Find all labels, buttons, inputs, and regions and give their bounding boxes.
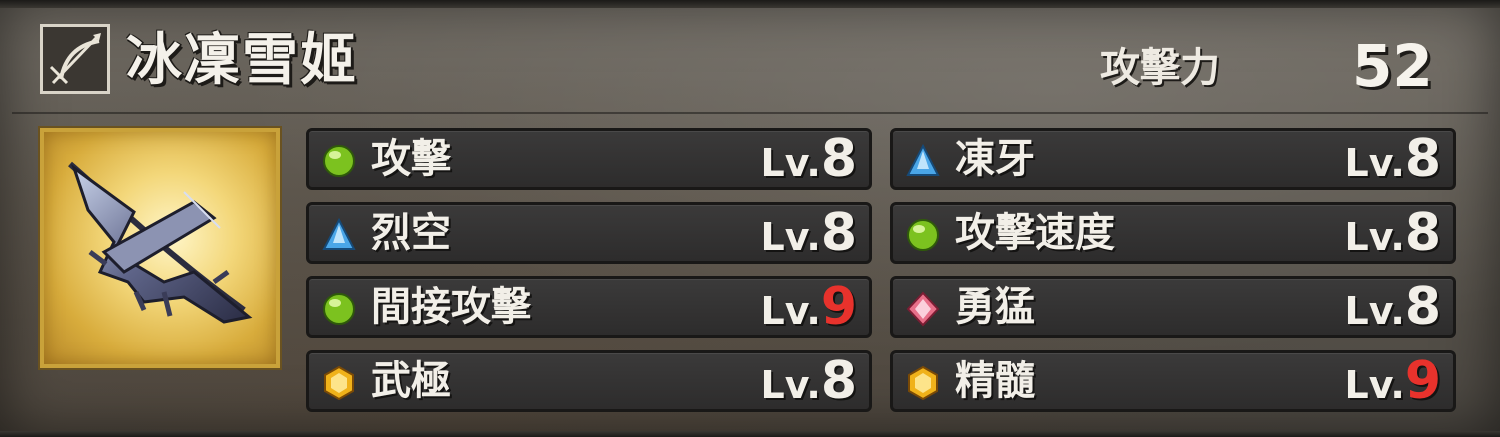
bow-icon [40, 24, 110, 94]
level-value: 8 [1404, 203, 1441, 263]
green-orb-icon [907, 219, 939, 251]
skill-row-frost-fang[interactable]: 凍牙 Lv.8 [890, 128, 1456, 190]
skill-row-indirect-attack[interactable]: 間接攻擊 Lv.9 [306, 276, 872, 338]
level-value: 8 [820, 203, 857, 263]
skill-level: Lv.9 [1344, 353, 1441, 409]
ice-bow-image [40, 128, 280, 368]
level-value: 8 [1404, 129, 1441, 189]
level-prefix: Lv. [1344, 363, 1405, 407]
skill-name: 精髓 [955, 358, 1035, 404]
skill-name: 武極 [371, 358, 451, 404]
blue-triangle-icon [906, 143, 940, 176]
skill-name: 勇猛 [955, 284, 1035, 330]
skill-level: Lv.9 [760, 279, 857, 335]
level-value: 8 [820, 129, 857, 189]
level-value-max: 9 [820, 277, 857, 337]
skill-name: 凍牙 [955, 136, 1035, 182]
skill-name: 烈空 [371, 210, 451, 256]
skill-name: 攻擊速度 [955, 210, 1115, 256]
weapon-detail-panel: 冰凜雪姬 攻擊力 52 攻擊 Lv.8 凍牙 Lv.8 烈空 Lv.8 攻擊速度… [0, 0, 1500, 437]
level-prefix: Lv. [1344, 289, 1405, 333]
level-prefix: Lv. [760, 215, 821, 259]
skill-row-fierce-sky[interactable]: 烈空 Lv.8 [306, 202, 872, 264]
skill-row-attack-speed[interactable]: 攻擊速度 Lv.8 [890, 202, 1456, 264]
skill-grid: 攻擊 Lv.8 凍牙 Lv.8 烈空 Lv.8 攻擊速度 Lv.8 間接攻擊 L… [306, 128, 1460, 418]
skill-level: Lv.8 [1344, 279, 1441, 335]
level-prefix: Lv. [1344, 141, 1405, 185]
level-prefix: Lv. [760, 141, 821, 185]
skill-level: Lv.8 [1344, 131, 1441, 187]
level-prefix: Lv. [760, 363, 821, 407]
level-value-max: 9 [1404, 351, 1441, 411]
skill-row-essence[interactable]: 精髓 Lv.9 [890, 350, 1456, 412]
skill-level: Lv.8 [760, 205, 857, 261]
skill-row-attack[interactable]: 攻擊 Lv.8 [306, 128, 872, 190]
level-prefix: Lv. [1344, 215, 1405, 259]
skill-row-valor[interactable]: 勇猛 Lv.8 [890, 276, 1456, 338]
attack-power-value: 52 [1352, 32, 1433, 100]
weapon-name: 冰凜雪姬 [126, 28, 358, 93]
green-orb-icon [323, 293, 355, 325]
attack-power-label: 攻擊力 [1100, 45, 1220, 91]
skill-name: 攻擊 [371, 136, 451, 182]
green-orb-icon [323, 145, 355, 177]
level-value: 8 [1404, 277, 1441, 337]
skill-name: 間接攻擊 [371, 284, 531, 330]
level-prefix: Lv. [760, 289, 821, 333]
skill-level: Lv.8 [1344, 205, 1441, 261]
yellow-hexagon-icon [324, 365, 354, 401]
header-divider [12, 112, 1488, 114]
yellow-hexagon-icon [908, 365, 938, 401]
skill-level: Lv.8 [760, 131, 857, 187]
skill-row-martial-pinnacle[interactable]: 武極 Lv.8 [306, 350, 872, 412]
pink-diamond-icon [906, 291, 940, 327]
level-value: 8 [820, 351, 857, 411]
blue-triangle-icon [322, 217, 356, 250]
skill-level: Lv.8 [760, 353, 857, 409]
